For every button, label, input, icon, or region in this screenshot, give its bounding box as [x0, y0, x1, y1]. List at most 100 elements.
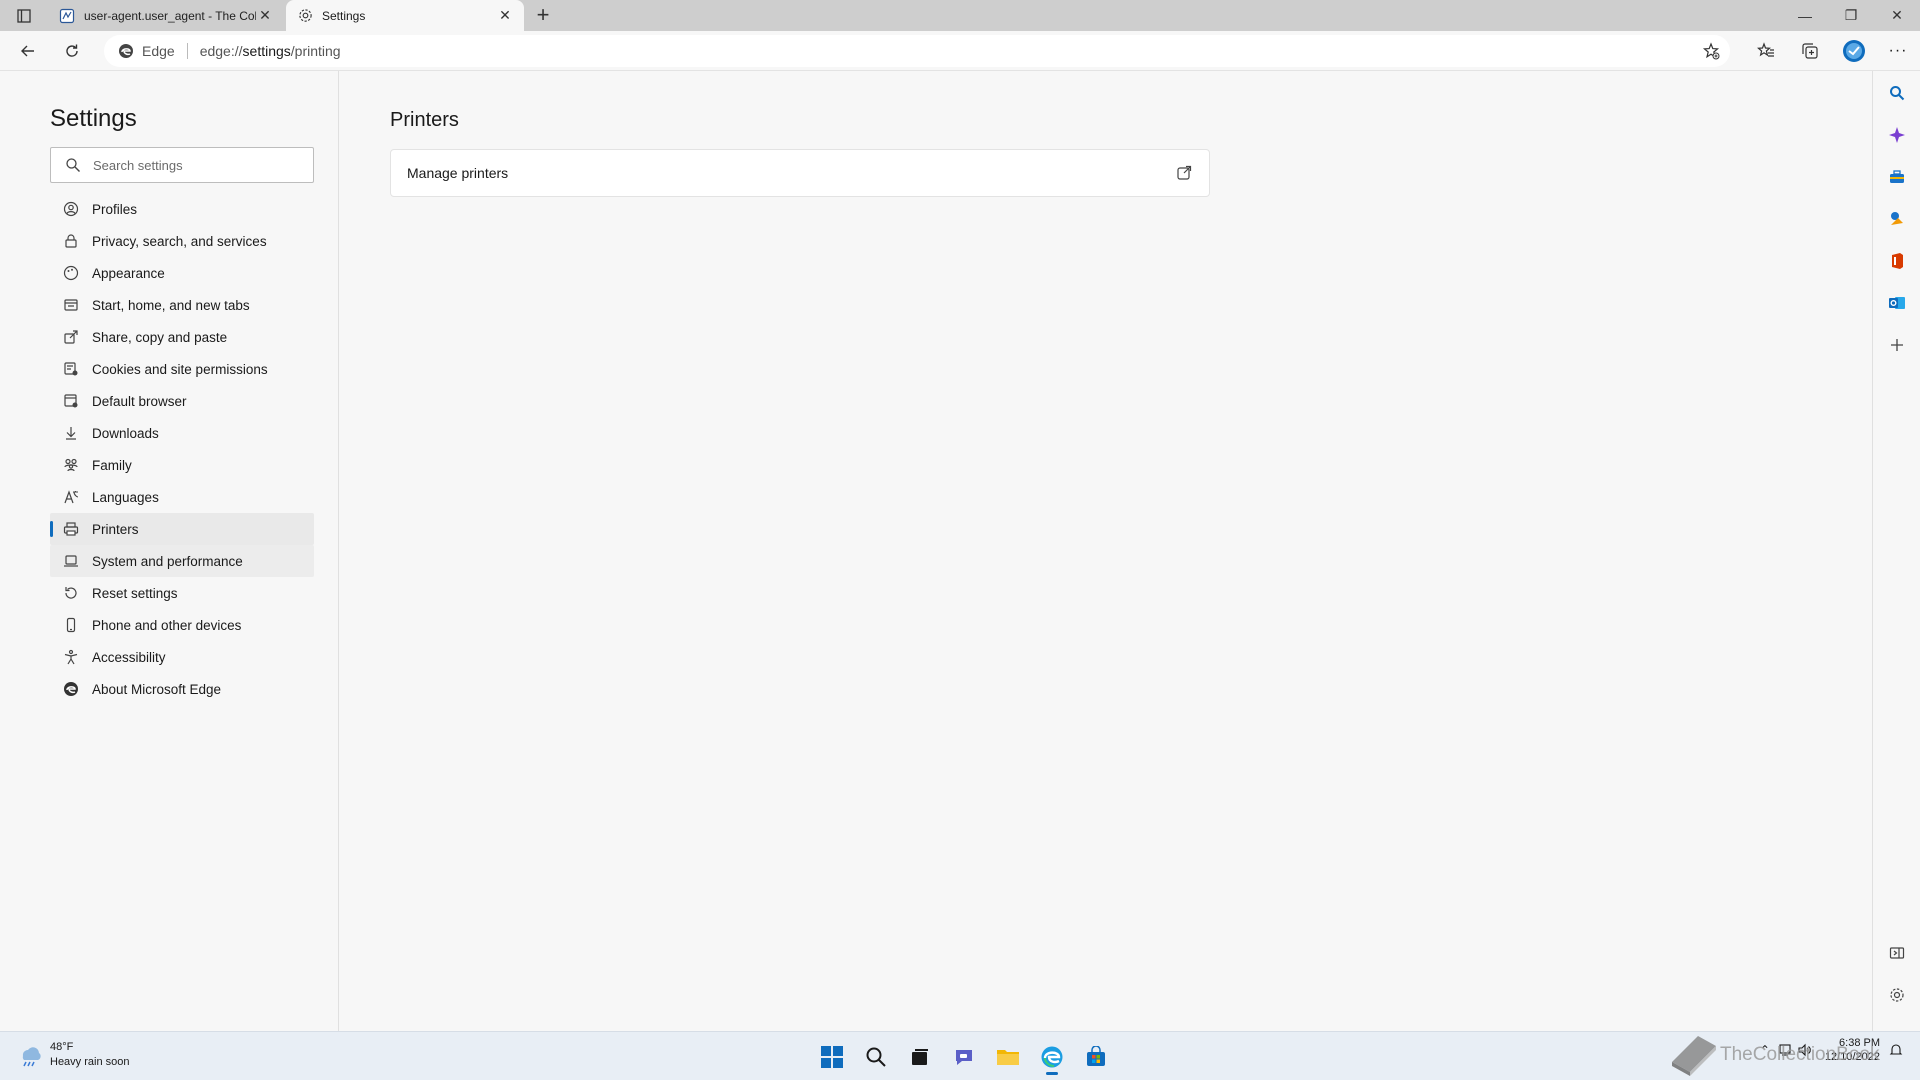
tab-settings[interactable]: Settings ✕: [286, 0, 524, 31]
weather-widget[interactable]: 48°F Heavy rain soon: [16, 1040, 130, 1070]
sidebar-item-phone[interactable]: Phone and other devices: [50, 609, 314, 641]
manage-printers-row[interactable]: Manage printers: [390, 149, 1210, 197]
new-tab-button[interactable]: +: [530, 4, 556, 28]
favorites-icon: [1757, 42, 1774, 57]
browser-toolbar: Edge edge://settings/printing ···: [0, 31, 1920, 71]
windows-taskbar: 48°F Heavy rain soon ⌃ 6:38 PM 12/10/202…: [0, 1031, 1920, 1080]
address-bar[interactable]: Edge edge://settings/printing: [104, 35, 1730, 67]
plus-icon: [1891, 339, 1903, 351]
close-tab-icon[interactable]: ✕: [496, 7, 514, 25]
sidebar-item-about[interactable]: About Microsoft Edge: [50, 673, 314, 705]
minimize-button[interactable]: —: [1782, 0, 1828, 31]
sidebar-office-button[interactable]: [1885, 249, 1909, 273]
sidebar-item-label: About Microsoft Edge: [92, 681, 222, 697]
edge-icon: [62, 680, 80, 698]
page-title: Printers: [390, 109, 459, 131]
sidebar-item-languages[interactable]: Languages: [50, 481, 314, 513]
sidebar-item-default-browser[interactable]: Default browser: [50, 385, 314, 417]
sidebar-settings-button[interactable]: [1885, 983, 1909, 1007]
sidebar-item-label: Profiles: [92, 201, 138, 217]
search-icon: [66, 158, 80, 172]
file-explorer-button[interactable]: [986, 1038, 1030, 1076]
sidebar-item-label: Appearance: [92, 265, 165, 281]
weather-description: Heavy rain soon: [50, 1056, 130, 1068]
sidebar-item-reset[interactable]: Reset settings: [50, 577, 314, 609]
home-tabs-icon: [62, 296, 80, 314]
phone-icon: [62, 616, 80, 634]
watermark: TheCollectionBook: [1668, 1032, 1879, 1078]
edge-taskbar-button[interactable]: [1030, 1038, 1074, 1076]
profile-icon: [62, 200, 80, 218]
sidebar-item-family[interactable]: Family: [50, 449, 314, 481]
sidebar-outlook-button[interactable]: [1885, 291, 1909, 315]
sidebar-item-accessibility[interactable]: Accessibility: [50, 641, 314, 673]
search-settings-input[interactable]: Search settings: [50, 147, 314, 183]
reset-icon: [62, 584, 80, 602]
profile-button[interactable]: [1832, 31, 1876, 71]
sidebar-item-label: Family: [92, 457, 132, 473]
back-arrow-icon: [21, 45, 34, 57]
url-text[interactable]: edge://settings/printing: [200, 43, 341, 59]
notification-icon[interactable]: [1886, 1040, 1906, 1060]
search-placeholder: Search settings: [93, 157, 183, 173]
window-controls: — ❐ ✕: [1782, 0, 1920, 31]
accessibility-icon: [62, 648, 80, 666]
start-button[interactable]: [810, 1038, 854, 1076]
add-favorite-icon[interactable]: [1702, 42, 1720, 60]
family-icon: [62, 456, 80, 474]
tab-actions-button[interactable]: [12, 6, 36, 26]
sidebar-item-label: Printers: [92, 521, 139, 537]
sidebar-games-button[interactable]: [1885, 207, 1909, 231]
sidebar-discover-button[interactable]: [1885, 123, 1909, 147]
sidebar-search-button[interactable]: [1885, 81, 1909, 105]
sidebar-item-cookies[interactable]: Cookies and site permissions: [50, 353, 314, 385]
more-menu-button[interactable]: ···: [1876, 31, 1920, 71]
sidebar-item-share-copy[interactable]: Share, copy and paste: [50, 321, 314, 353]
url-host: settings: [242, 43, 291, 59]
language-icon: [62, 488, 80, 506]
sidebar-item-profiles[interactable]: Profiles: [50, 193, 314, 225]
games-icon: [1891, 212, 1903, 225]
office-icon: [1892, 253, 1903, 269]
collections-icon: [1802, 43, 1818, 59]
sidebar-hide-button[interactable]: [1885, 941, 1909, 965]
sidebar-item-downloads[interactable]: Downloads: [50, 417, 314, 449]
sidebar-item-printers[interactable]: Printers: [50, 513, 314, 545]
ellipsis-icon: ···: [1888, 42, 1908, 59]
refresh-button[interactable]: [58, 37, 86, 65]
sidebar-item-system[interactable]: System and performance: [50, 545, 314, 577]
sidebar-add-button[interactable]: [1885, 333, 1909, 357]
search-icon: [866, 1047, 886, 1067]
sidebar-item-start-home[interactable]: Start, home, and new tabs: [50, 289, 314, 321]
restore-button[interactable]: ❐: [1828, 0, 1874, 31]
store-button[interactable]: [1074, 1038, 1118, 1076]
laptop-icon: [62, 552, 80, 570]
tab-user-agent[interactable]: user-agent.user_agent - The Coll ✕: [48, 0, 284, 31]
hide-sidebar-icon: [1889, 947, 1905, 959]
teams-chat-button[interactable]: [942, 1038, 986, 1076]
settings-title: Settings: [50, 105, 137, 132]
back-button[interactable]: [14, 37, 42, 65]
favorites-button[interactable]: [1744, 31, 1788, 71]
close-window-button[interactable]: ✕: [1874, 0, 1920, 31]
taskbar-search-button[interactable]: [854, 1038, 898, 1076]
watermark-text: TheCollectionBook: [1720, 1044, 1880, 1065]
chat-icon: [956, 1050, 972, 1065]
manage-printers-label: Manage printers: [407, 165, 509, 181]
sidebar-item-label: Privacy, search, and services: [92, 233, 267, 249]
rain-cloud-icon: [22, 1047, 41, 1067]
sidebar-tools-button[interactable]: [1885, 165, 1909, 189]
appearance-icon: [62, 264, 80, 282]
sidebar-item-privacy[interactable]: Privacy, search, and services: [50, 225, 314, 257]
collections-button[interactable]: [1788, 31, 1832, 71]
folder-icon: [997, 1050, 1019, 1065]
sidebar-item-label: Reset settings: [92, 585, 178, 601]
browser-icon: [62, 392, 80, 410]
task-view-button[interactable]: [898, 1038, 942, 1076]
refresh-icon: [66, 44, 78, 57]
close-tab-icon[interactable]: ✕: [256, 7, 274, 25]
sidebar-item-appearance[interactable]: Appearance: [50, 257, 314, 289]
gear-icon: [296, 7, 314, 25]
cookies-icon: [62, 360, 80, 378]
profile-avatar-icon: [1843, 40, 1865, 62]
